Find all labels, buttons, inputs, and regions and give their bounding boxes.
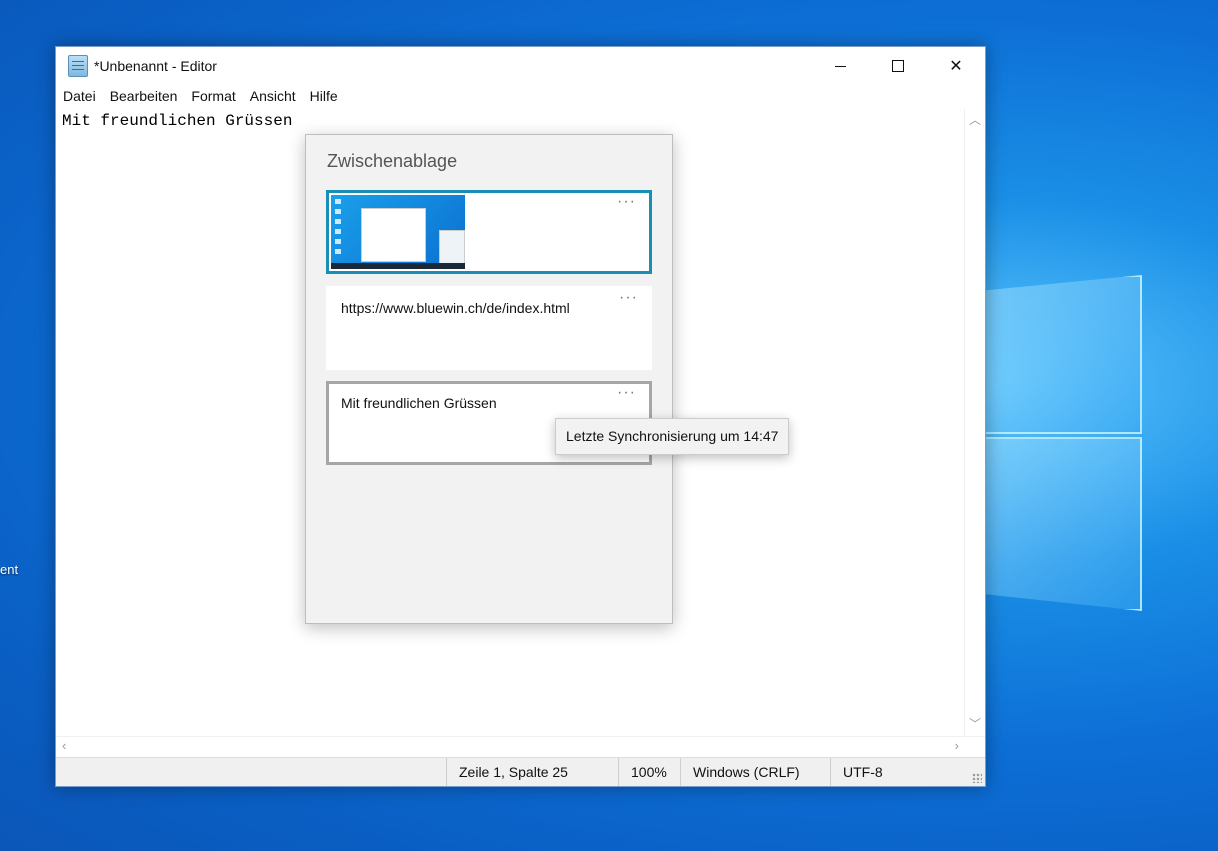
status-encoding: UTF-8	[830, 758, 883, 786]
status-position: Zeile 1, Spalte 25	[446, 758, 568, 786]
minimize-button[interactable]	[811, 47, 869, 85]
menu-bar: Datei Bearbeiten Format Ansicht Hilfe	[56, 85, 985, 107]
scroll-right-icon[interactable]: ›	[955, 738, 959, 753]
maximize-icon	[892, 60, 904, 72]
title-bar[interactable]: *Unbenannt - Editor ✕	[56, 47, 985, 85]
minimize-icon	[834, 65, 846, 67]
menu-bearbeiten[interactable]: Bearbeiten	[103, 88, 185, 104]
menu-ansicht[interactable]: Ansicht	[243, 88, 303, 104]
clipboard-item-text: https://www.bluewin.ch/de/index.html	[341, 300, 570, 316]
windows-logo	[980, 255, 1145, 615]
window-title: *Unbenannt - Editor	[94, 58, 217, 74]
desktop-icon-label[interactable]: ent	[0, 562, 18, 577]
vertical-scrollbar[interactable]: ︿ ﹀	[964, 109, 985, 736]
resize-grip-icon[interactable]	[972, 773, 982, 783]
editor-content: Mit freundlichen Grüssen	[62, 112, 293, 130]
menu-hilfe[interactable]: Hilfe	[303, 88, 345, 104]
horizontal-scrollbar[interactable]: ‹ ›	[56, 736, 985, 757]
clipboard-panel: Zwischenablage ··· https://www.bluewin.c…	[305, 134, 673, 624]
status-line-ending: Windows (CRLF)	[680, 758, 800, 786]
status-zoom: 100%	[618, 758, 667, 786]
clipboard-item-url[interactable]: https://www.bluewin.ch/de/index.html ···	[326, 286, 652, 370]
clipboard-item-image[interactable]: ···	[326, 190, 652, 274]
more-options-icon[interactable]: ···	[617, 193, 636, 211]
more-options-icon[interactable]: ···	[617, 384, 636, 402]
screenshot-thumbnail	[331, 195, 465, 269]
clipboard-title: Zwischenablage	[327, 151, 458, 171]
more-options-icon[interactable]: ···	[619, 289, 638, 307]
close-button[interactable]: ✕	[927, 47, 985, 85]
sync-tooltip: Letzte Synchronisierung um 14:47	[555, 418, 790, 455]
close-icon: ✕	[949, 58, 963, 75]
scroll-down-icon[interactable]: ﹀	[965, 715, 985, 732]
scroll-up-icon[interactable]: ︿	[965, 111, 985, 128]
clipboard-item-text: Mit freundlichen Grüssen	[341, 395, 497, 411]
status-bar: Zeile 1, Spalte 25 100% Windows (CRLF) U…	[56, 757, 985, 786]
notepad-icon	[68, 55, 88, 77]
menu-datei[interactable]: Datei	[56, 88, 103, 104]
menu-format[interactable]: Format	[184, 88, 242, 104]
scroll-left-icon[interactable]: ‹	[62, 738, 66, 753]
maximize-button[interactable]	[869, 47, 927, 85]
